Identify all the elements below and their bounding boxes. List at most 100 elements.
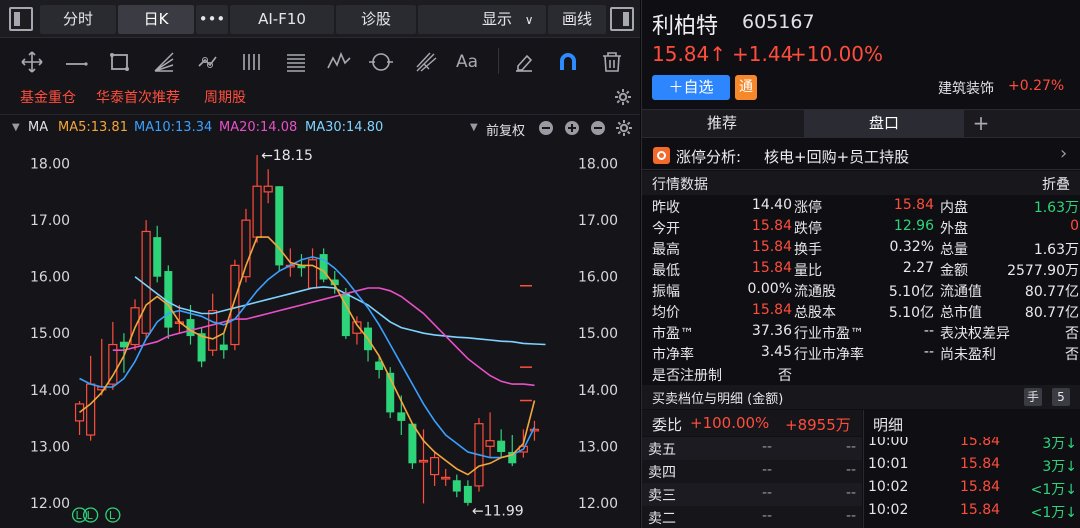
tick-volume: <1万↓ [1030, 482, 1077, 498]
quote-label: 跌停 [794, 221, 822, 237]
move-icon[interactable] [20, 50, 44, 74]
tick-price: 15.84 [960, 456, 1001, 472]
sector-name[interactable]: 建筑装饰 [938, 78, 994, 98]
quote-row: 最低 15.84 量比 2.27 金额 2577.90万 [642, 259, 1080, 280]
quote-label: 表决权差异 [940, 326, 1010, 342]
y-tick-left: 17.00 [30, 213, 70, 229]
gear-icon[interactable] [614, 88, 632, 106]
k-line-svg[interactable]: 18.00 18.00 17.00 17.00 16.00 16.00 15.00 15.00… [0, 141, 640, 528]
stock-name: 利柏特 [652, 14, 719, 39]
quote-value: 1.63万 [1033, 242, 1079, 258]
ask-label: 卖三 [648, 488, 676, 504]
quote-row: 最高 15.84 换手 0.32% 总量 1.63万 [642, 238, 1080, 259]
ma30-value: MA30:14.80 [305, 120, 384, 135]
tag-fund-holding[interactable]: 基金重仓 [20, 87, 76, 107]
ask-row[interactable]: 卖四 -- -- [642, 460, 862, 483]
ask-row[interactable]: 卖二 -- -- [642, 506, 862, 528]
tab-order-book[interactable]: 盘口 [804, 110, 964, 137]
tab-recommend[interactable]: 推荐 [642, 110, 802, 137]
candle-body [263, 185, 273, 193]
candle-body [153, 237, 162, 277]
tag-cyclical[interactable]: 周期股 [204, 87, 246, 107]
quote-label: 是否注册制 [652, 368, 722, 384]
display-dropdown[interactable]: 显示 ∨ [418, 5, 546, 34]
tick-price: 15.84 [960, 502, 1001, 518]
collapse-icon[interactable] [590, 120, 606, 136]
l-marker-text: L [109, 509, 116, 522]
draw-button[interactable]: 画线 [548, 5, 606, 34]
ask-row[interactable]: 卖五 -- -- [642, 437, 862, 460]
candle-body [86, 383, 96, 436]
ma10-value: MA10:13.34 [134, 120, 213, 135]
panel-toggle-icon[interactable] [610, 7, 634, 31]
add-watchlist-button[interactable]: ＋自选 [652, 75, 730, 100]
ma-caret-icon[interactable]: ▼ [12, 122, 20, 133]
magnet-icon[interactable] [556, 50, 580, 74]
quote-label: 均价 [652, 305, 680, 321]
tick-time: 10:02 [868, 502, 909, 518]
candle-body [430, 457, 440, 476]
quote-label: 金额 [940, 263, 968, 279]
level-count-button[interactable]: 5 [1052, 388, 1070, 406]
tong-badge[interactable]: 通 [735, 75, 757, 100]
sub-tab-bar: 推荐 盘口 + [642, 109, 1080, 138]
tab-ai-f10[interactable]: AI-F10 [230, 5, 334, 34]
sidebar-toggle-icon[interactable] [9, 7, 33, 31]
zoom-in-icon[interactable] [564, 120, 580, 136]
add-tab-button[interactable]: + [966, 110, 996, 137]
rect-icon[interactable] [108, 50, 132, 74]
tick-price: 15.84 [960, 437, 1001, 449]
chain-icon[interactable] [196, 50, 222, 74]
quote-label: 尚未盈利 [940, 347, 996, 363]
candle-body [307, 259, 318, 289]
tag-huatai-recommend[interactable]: 华泰首次推荐 [96, 87, 180, 107]
tab-intraday[interactable]: 分时 [40, 5, 116, 34]
candle-body [275, 186, 284, 266]
line-icon[interactable] [64, 50, 90, 74]
candle-body [252, 185, 262, 238]
quote-value: 80.77亿 [1024, 284, 1079, 300]
quote-header: 行情数据 折叠 [642, 171, 1080, 195]
ask-volume: -- [846, 485, 857, 501]
price-change-pct: +10.00% [790, 42, 884, 66]
fan-icon[interactable] [152, 50, 176, 74]
y-tick-left: 18.00 [30, 157, 70, 173]
ask-price: -- [762, 462, 773, 478]
quote-row: 今开 15.84 跌停 12.96 外盘 0 [642, 217, 1080, 238]
adjust-mode[interactable]: 前复权 [486, 120, 525, 139]
quote-value: -- [923, 323, 934, 339]
zoom-out-icon[interactable] [538, 120, 554, 136]
adjust-caret-icon[interactable]: ▼ [470, 122, 478, 133]
quote-panel: 利柏特 605167 15.84↑ +1.44 +10.00% ＋自选 通 建筑… [641, 0, 1080, 528]
quote-label: 外盘 [940, 221, 968, 237]
y-tick-right: 13.00 [578, 439, 618, 455]
tab-diagnose[interactable]: 诊股 [336, 5, 416, 34]
quote-label: 总市值 [940, 305, 982, 321]
lines-icon[interactable] [284, 50, 308, 74]
k-line-chart[interactable]: 18.00 18.00 17.00 17.00 16.00 16.00 15.00 15.00… [0, 141, 640, 528]
wave-icon[interactable] [326, 50, 352, 74]
quote-row: 均价 15.84 总股本 5.10亿 总市值 80.77亿 [642, 301, 1080, 322]
ma-settings-icon[interactable] [615, 119, 633, 137]
collapse-button[interactable]: 折叠 [1042, 174, 1070, 194]
quote-label: 流通值 [940, 284, 982, 300]
sector-change: +0.27% [1008, 78, 1065, 94]
fork-icon[interactable] [414, 50, 438, 74]
more-tabs-button[interactable]: ••• [196, 5, 228, 34]
ask-row[interactable]: 卖三 -- -- [642, 483, 862, 506]
tab-daily-k[interactable]: 日K [118, 5, 194, 34]
trash-icon[interactable] [600, 50, 624, 74]
limit-up-analysis[interactable]: 涨停分析: 核电+回购+员工持股 › [642, 140, 1080, 170]
hand-unit-button[interactable]: 手 [1024, 388, 1042, 406]
candle-body [418, 459, 429, 463]
quote-value: 14.40 [751, 197, 792, 213]
cycle-icon[interactable] [368, 50, 394, 74]
eraser-icon[interactable] [512, 50, 536, 74]
quote-label: 总股本 [794, 305, 836, 321]
text-icon[interactable]: Aa [456, 52, 478, 72]
quote-label: 量比 [794, 263, 822, 279]
weibi-row: 委比 +100.00% +8955万 [642, 410, 862, 436]
tick-price: 15.84 [960, 479, 1001, 495]
bars-icon[interactable] [240, 50, 264, 74]
orderbook-title: 买卖档位与明细 (金额) [652, 392, 784, 407]
